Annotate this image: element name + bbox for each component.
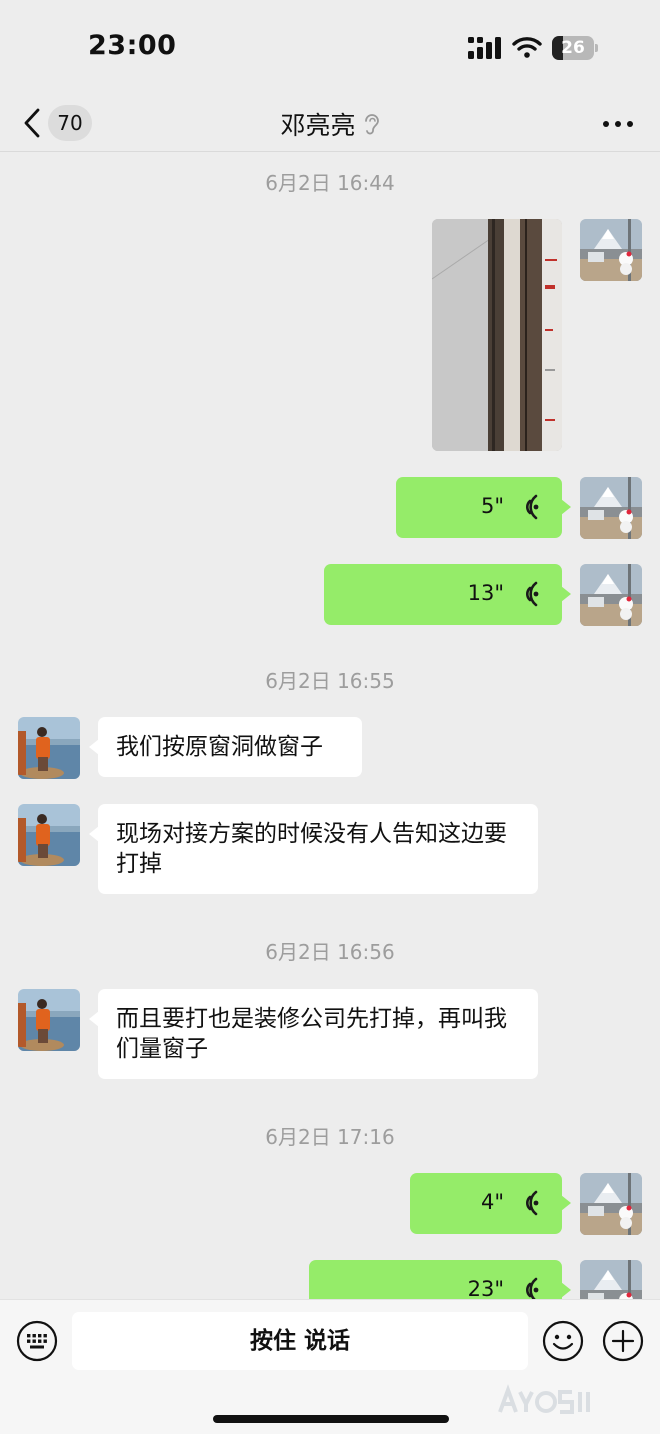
voice-wave-icon bbox=[516, 581, 540, 607]
voice-wave-icon bbox=[516, 1277, 540, 1299]
contact-avatar[interactable] bbox=[18, 989, 80, 1051]
text-message[interactable]: 我们按原窗洞做窗子 bbox=[89, 717, 362, 777]
status-bar: 23:00 26 bbox=[0, 0, 660, 96]
voice-message[interactable]: 4" bbox=[410, 1173, 571, 1234]
more-dots-icon[interactable] bbox=[596, 106, 640, 142]
self-avatar[interactable] bbox=[580, 1260, 642, 1299]
keyboard-icon[interactable] bbox=[16, 1320, 58, 1362]
voice-duration: 4" bbox=[480, 1190, 504, 1214]
chat-title: 邓亮亮 bbox=[0, 104, 660, 144]
text-message[interactable]: 现场对接方案的时候没有人告知这边要打掉 bbox=[89, 804, 538, 894]
timestamp: 6月2日 17:16 bbox=[265, 1125, 395, 1149]
contact-avatar[interactable] bbox=[18, 717, 80, 779]
self-avatar[interactable] bbox=[580, 477, 642, 539]
voice-message[interactable]: 23" bbox=[309, 1260, 571, 1299]
watermark-logo bbox=[498, 1384, 590, 1414]
voice-wave-icon bbox=[516, 494, 540, 520]
contact-avatar[interactable] bbox=[18, 804, 80, 866]
voice-message[interactable]: 5" bbox=[396, 477, 571, 538]
image-message[interactable] bbox=[432, 219, 562, 451]
voice-duration: 13" bbox=[467, 581, 504, 605]
battery-level: 26 bbox=[561, 38, 585, 58]
battery-indicator: 26 bbox=[552, 36, 598, 60]
timestamp: 6月2日 16:56 bbox=[265, 940, 395, 964]
timestamp: 6月2日 16:44 bbox=[265, 171, 395, 195]
wifi-icon bbox=[512, 37, 542, 58]
timestamp: 6月2日 16:55 bbox=[265, 669, 395, 693]
voice-duration: 5" bbox=[480, 494, 504, 518]
self-avatar[interactable] bbox=[580, 564, 642, 626]
home-indicator bbox=[213, 1415, 449, 1423]
text-message[interactable]: 而且要打也是装修公司先打掉，再叫我们量窗子 bbox=[89, 989, 538, 1079]
message-list[interactable]: 6月2日 16:44 5" 13" 6月2日 16:55 我们按原窗洞做窗子 现… bbox=[0, 153, 660, 1299]
chat-header: 70 邓亮亮 bbox=[0, 96, 660, 152]
status-time: 23:00 bbox=[88, 30, 177, 61]
voice-duration: 23" bbox=[467, 1277, 504, 1299]
plus-icon[interactable] bbox=[602, 1320, 644, 1362]
ear-icon bbox=[364, 114, 379, 135]
voice-message[interactable]: 13" bbox=[324, 564, 571, 625]
self-avatar[interactable] bbox=[580, 219, 642, 281]
hold-to-talk-button[interactable]: 按住 说话 bbox=[72, 1312, 528, 1370]
emoji-icon[interactable] bbox=[542, 1320, 584, 1362]
input-bar: 按住 说话 bbox=[0, 1299, 660, 1434]
self-avatar[interactable] bbox=[580, 1173, 642, 1235]
window-photo-thumbnail bbox=[432, 219, 562, 451]
contact-name: 邓亮亮 bbox=[280, 111, 356, 140]
cellular-signal-icon bbox=[468, 37, 501, 59]
voice-wave-icon bbox=[516, 1190, 540, 1216]
